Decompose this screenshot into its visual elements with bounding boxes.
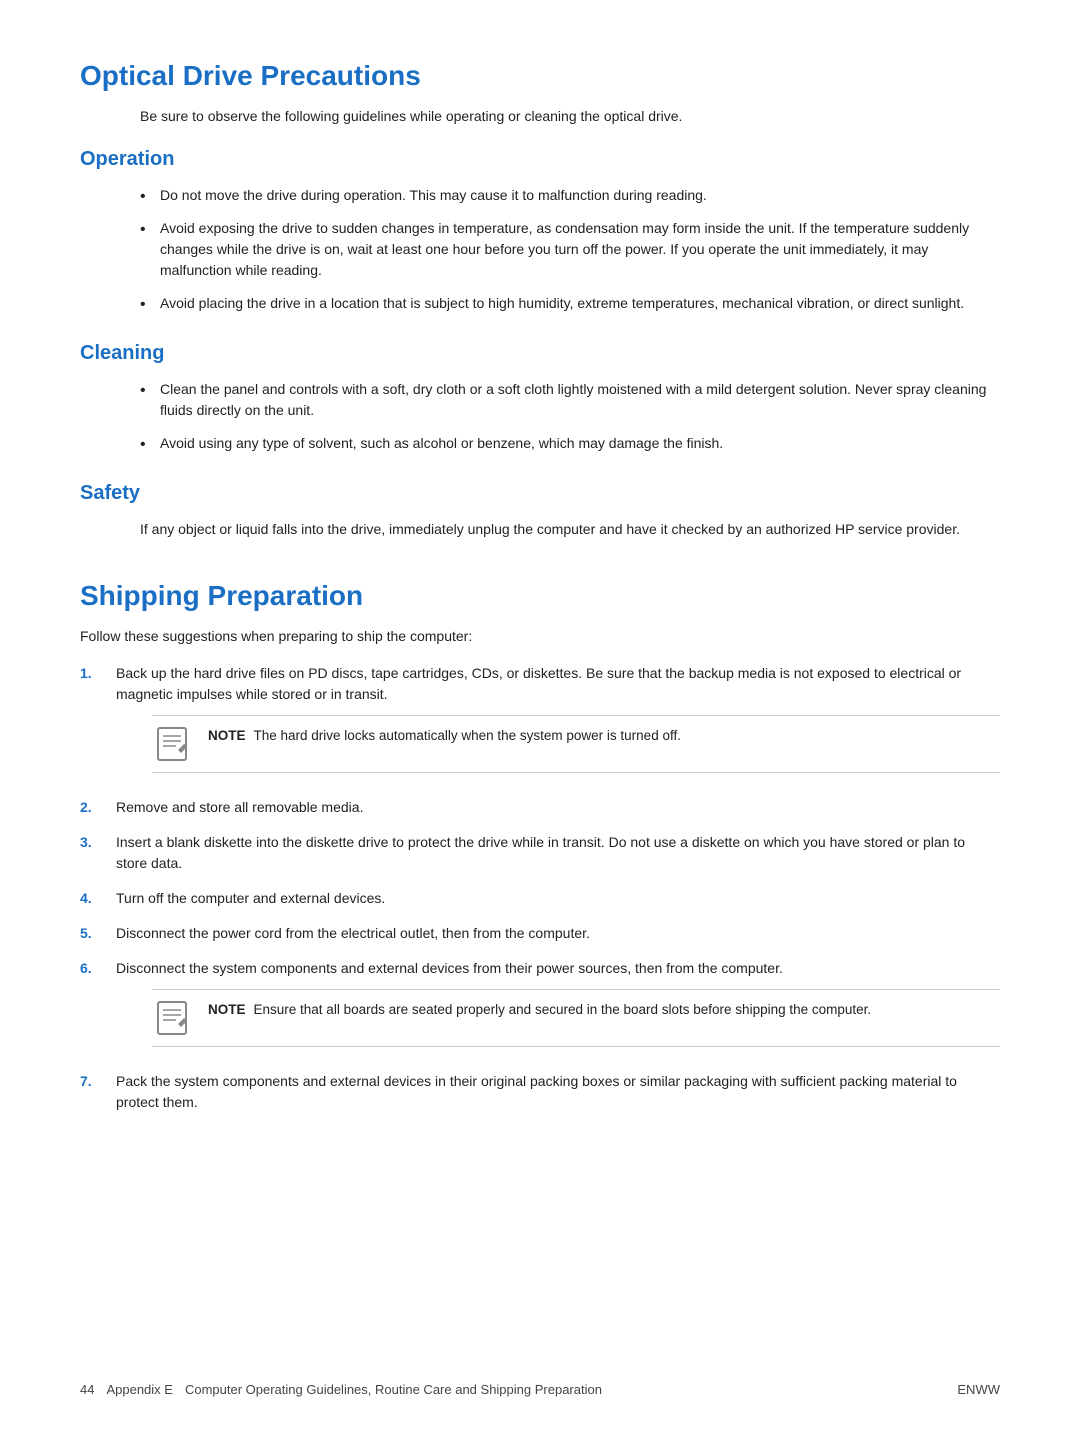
- item-content: Back up the hard drive files on PD discs…: [116, 663, 1000, 783]
- note-content: Ensure that all boards are seated proper…: [254, 1002, 872, 1017]
- note-text: NOTE The hard drive locks automatically w…: [208, 726, 681, 746]
- safety-title: Safety: [80, 482, 1000, 505]
- note-icon: [152, 1000, 196, 1036]
- item-content: Remove and store all removable media.: [116, 797, 1000, 818]
- list-item: Clean the panel and controls with a soft…: [140, 379, 1000, 421]
- footer-lang: ENWW: [957, 1382, 1000, 1397]
- list-item: 2. Remove and store all removable media.: [80, 797, 1000, 818]
- item-number: 7.: [80, 1071, 116, 1113]
- item-text: Disconnect the system components and ext…: [116, 960, 783, 976]
- footer-description: Computer Operating Guidelines, Routine C…: [185, 1382, 602, 1397]
- intro-text: Be sure to observe the following guideli…: [140, 108, 1000, 124]
- note-svg-icon: [156, 1000, 192, 1036]
- note-label: NOTE: [208, 1002, 246, 1017]
- list-item: Do not move the drive during operation. …: [140, 185, 1000, 206]
- item-content: Disconnect the power cord from the elect…: [116, 923, 1000, 944]
- note-content: The hard drive locks automatically when …: [254, 728, 681, 743]
- list-item: Avoid placing the drive in a location th…: [140, 293, 1000, 314]
- footer-left: 44 Appendix E Computer Operating Guideli…: [80, 1382, 602, 1397]
- list-item: 5. Disconnect the power cord from the el…: [80, 923, 1000, 944]
- item-number: 2.: [80, 797, 116, 818]
- note-label: NOTE: [208, 728, 246, 743]
- item-text: Remove and store all removable media.: [116, 799, 363, 815]
- note-text: NOTE Ensure that all boards are seated pr…: [208, 1000, 871, 1020]
- item-number: 5.: [80, 923, 116, 944]
- list-item: 3. Insert a blank diskette into the disk…: [80, 832, 1000, 874]
- item-text: Insert a blank diskette into the diskett…: [116, 834, 965, 871]
- shipping-title: Shipping Preparation: [80, 580, 1000, 612]
- item-number: 3.: [80, 832, 116, 874]
- list-item: 6. Disconnect the system components and …: [80, 958, 1000, 1057]
- footer-appendix: Appendix E: [106, 1382, 173, 1397]
- item-content: Turn off the computer and external devic…: [116, 888, 1000, 909]
- safety-text: If any object or liquid falls into the d…: [140, 519, 1000, 540]
- note-svg-icon: [156, 726, 192, 762]
- list-item: 7. Pack the system components and extern…: [80, 1071, 1000, 1113]
- item-number: 1.: [80, 663, 116, 783]
- list-item: 4. Turn off the computer and external de…: [80, 888, 1000, 909]
- operation-title: Operation: [80, 148, 1000, 171]
- list-item: Avoid using any type of solvent, such as…: [140, 433, 1000, 454]
- cleaning-title: Cleaning: [80, 342, 1000, 365]
- item-content: Pack the system components and external …: [116, 1071, 1000, 1113]
- cleaning-list: Clean the panel and controls with a soft…: [140, 379, 1000, 454]
- note-box: NOTE The hard drive locks automatically w…: [152, 715, 1000, 773]
- item-content: Insert a blank diskette into the diskett…: [116, 832, 1000, 874]
- item-text: Turn off the computer and external devic…: [116, 890, 385, 906]
- item-text: Back up the hard drive files on PD discs…: [116, 665, 961, 702]
- note-box: NOTE Ensure that all boards are seated pr…: [152, 989, 1000, 1047]
- footer-page-num: 44: [80, 1382, 94, 1397]
- safety-section: Safety If any object or liquid falls int…: [80, 482, 1000, 540]
- cleaning-section: Cleaning Clean the panel and controls wi…: [80, 342, 1000, 454]
- item-content: Disconnect the system components and ext…: [116, 958, 1000, 1057]
- operation-section: Operation Do not move the drive during o…: [80, 148, 1000, 314]
- item-text: Disconnect the power cord from the elect…: [116, 925, 590, 941]
- item-text: Pack the system components and external …: [116, 1073, 957, 1110]
- item-number: 4.: [80, 888, 116, 909]
- note-icon: [152, 726, 196, 762]
- item-number: 6.: [80, 958, 116, 1057]
- shipping-list: 1. Back up the hard drive files on PD di…: [80, 663, 1000, 1113]
- list-item: Avoid exposing the drive to sudden chang…: [140, 218, 1000, 281]
- list-item: 1. Back up the hard drive files on PD di…: [80, 663, 1000, 783]
- page-title: Optical Drive Precautions: [80, 60, 1000, 92]
- shipping-intro: Follow these suggestions when preparing …: [80, 626, 1000, 647]
- page-footer: 44 Appendix E Computer Operating Guideli…: [80, 1382, 1000, 1397]
- operation-list: Do not move the drive during operation. …: [140, 185, 1000, 314]
